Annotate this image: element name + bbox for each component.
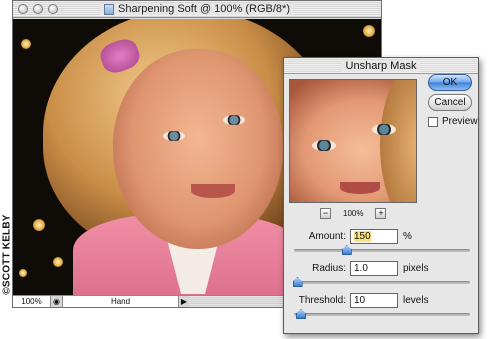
preview-mouth [340, 182, 380, 194]
threshold-slider-track [294, 313, 470, 316]
threshold-value: 10 [354, 295, 366, 306]
current-tool-text: Hand [110, 297, 131, 306]
preview-checkbox-label: Preview [442, 116, 478, 127]
zoom-out-icon[interactable]: − [320, 208, 331, 219]
amount-slider-thumb[interactable] [341, 245, 352, 255]
radius-input[interactable]: 1.0 [350, 261, 398, 276]
close-icon[interactable] [18, 4, 28, 14]
radius-unit: pixels [403, 263, 429, 274]
photo-eye-left [163, 131, 185, 141]
preview-toggle[interactable]: Preview [428, 116, 478, 127]
current-tool-field: Hand [63, 296, 179, 307]
cancel-button[interactable]: Cancel [428, 94, 472, 111]
photo-credit-text: ©SCOTT KELBY [1, 213, 13, 295]
radius-slider[interactable] [292, 277, 470, 287]
preview-zoom-level: 100% [343, 209, 364, 218]
radius-slider-track [294, 281, 470, 284]
status-menu-arrow-icon[interactable]: ▶ [179, 296, 189, 307]
window-controls [18, 4, 58, 14]
threshold-label: Threshold: [298, 295, 346, 306]
amount-input[interactable]: 150 [350, 229, 398, 244]
dialog-preview[interactable] [289, 79, 417, 203]
radius-slider-thumb[interactable] [292, 277, 303, 287]
dialog-titlebar[interactable]: Unsharp Mask [284, 58, 478, 74]
zoom-icon[interactable] [48, 4, 58, 14]
dialog-title: Unsharp Mask [341, 59, 421, 72]
threshold-row: Threshold: 10 levels [294, 293, 429, 308]
preview-eye-left [312, 140, 336, 151]
threshold-unit: levels [403, 295, 429, 306]
photo-eye-right [223, 115, 245, 125]
bokeh-light [21, 39, 31, 49]
preview-eye-right [372, 124, 396, 135]
threshold-slider[interactable] [294, 309, 470, 319]
amount-value: 150 [354, 231, 371, 242]
bokeh-light [363, 25, 375, 37]
document-icon [104, 3, 114, 15]
status-info-button[interactable]: ◉ [51, 296, 63, 307]
ok-button[interactable]: OK [428, 74, 472, 91]
minimize-icon[interactable] [33, 4, 43, 14]
preview-hair [380, 80, 416, 202]
zoom-level-text: 100% [21, 297, 42, 306]
preview-checkbox[interactable] [428, 116, 438, 127]
bokeh-light [19, 269, 27, 277]
document-title-group: Sharpening Soft @ 100% (RGB/8*) [100, 3, 294, 15]
unsharp-mask-dialog: Unsharp Mask − 100% + OK Cancel Preview … [283, 57, 479, 334]
amount-row: Amount: 150 % [294, 229, 412, 244]
threshold-slider-thumb[interactable] [296, 309, 307, 319]
photo-mouth [191, 184, 235, 198]
zoom-in-icon[interactable]: + [375, 208, 387, 219]
photo-face [113, 49, 283, 249]
bokeh-light [53, 257, 63, 267]
preview-zoom-controls: − 100% + [320, 208, 387, 219]
radius-row: Radius: 1.0 pixels [294, 261, 429, 276]
bokeh-light [33, 219, 45, 231]
radius-label: Radius: [312, 263, 346, 274]
amount-unit: % [403, 231, 412, 242]
threshold-input[interactable]: 10 [350, 293, 398, 308]
document-title: Sharpening Soft @ 100% (RGB/8*) [118, 3, 290, 15]
amount-label: Amount: [308, 231, 346, 242]
zoom-level-field[interactable]: 100% [13, 296, 51, 307]
document-titlebar[interactable]: Sharpening Soft @ 100% (RGB/8*) [13, 1, 381, 18]
radius-value: 1.0 [354, 263, 368, 274]
amount-slider-track [294, 249, 470, 252]
amount-slider[interactable] [294, 245, 470, 255]
info-icon: ◉ [53, 297, 60, 306]
